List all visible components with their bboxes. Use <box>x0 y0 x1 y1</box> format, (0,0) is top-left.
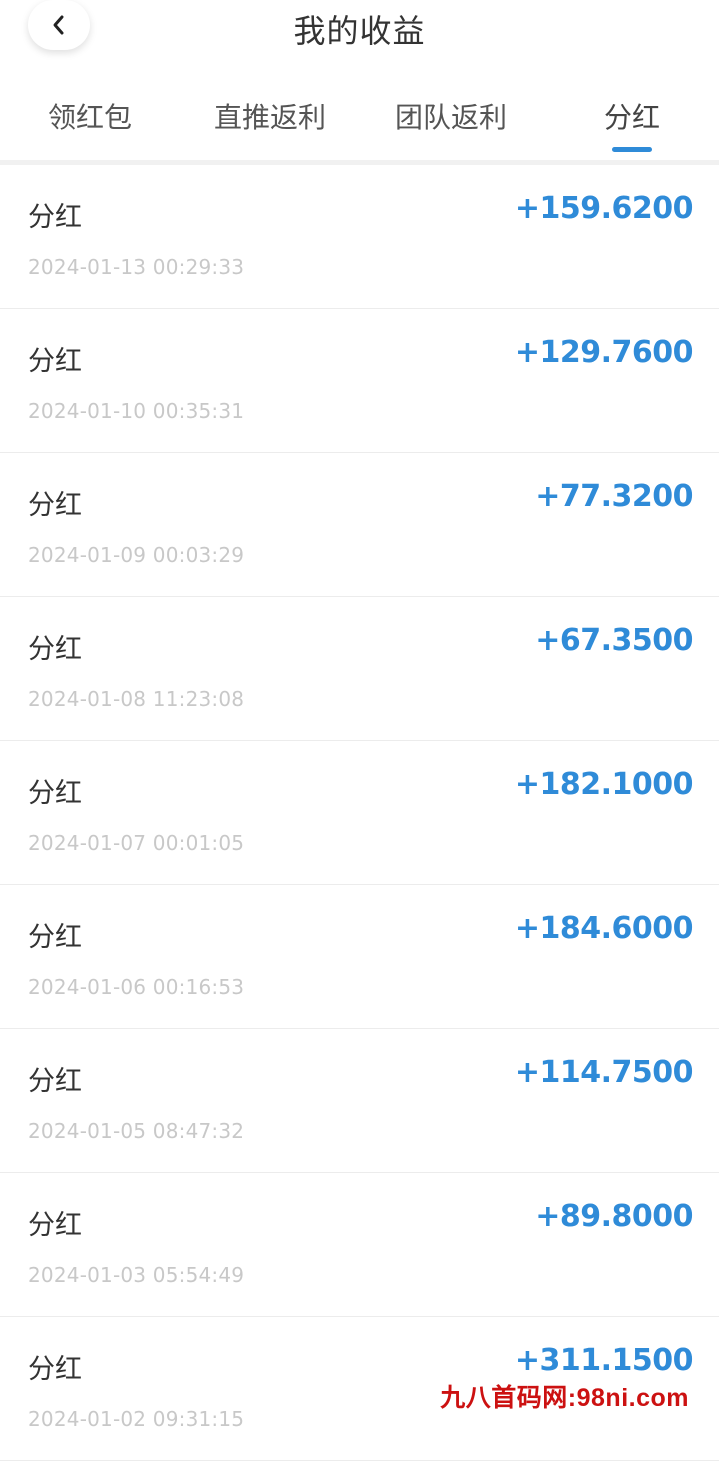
list-item[interactable]: 分红 2024-01-07 00:01:05 +182.1000 <box>0 741 719 885</box>
list-item[interactable]: 分红 2024-01-05 08:47:32 +114.7500 <box>0 1029 719 1173</box>
item-title: 分红 <box>28 1210 82 1241</box>
item-title: 分红 <box>28 346 82 377</box>
item-title: 分红 <box>28 202 82 233</box>
list-item[interactable]: 分红 2024-01-10 00:35:31 +129.7600 <box>0 309 719 453</box>
list-item[interactable]: 分红 2024-01-13 00:29:33 +159.6200 <box>0 165 719 309</box>
list-item[interactable]: 分红 2024-01-06 00:16:53 +184.6000 <box>0 885 719 1029</box>
item-amount: +159.6200 <box>514 191 694 226</box>
item-amount: +114.7500 <box>514 1055 694 1090</box>
item-title: 分红 <box>28 922 82 953</box>
header: 我的收益 <box>0 0 719 60</box>
item-date: 2024-01-07 00:01:05 <box>28 831 245 855</box>
item-date: 2024-01-09 00:03:29 <box>28 543 245 567</box>
tab-team-rebate[interactable]: 团队返利 <box>395 96 507 136</box>
item-title: 分红 <box>28 634 82 665</box>
item-amount: +182.1000 <box>514 767 694 802</box>
item-date: 2024-01-02 09:31:15 <box>28 1407 245 1431</box>
item-amount: +89.8000 <box>535 1199 693 1234</box>
item-amount: +129.7600 <box>514 335 694 370</box>
item-amount: +67.3500 <box>535 623 693 658</box>
item-date: 2024-01-06 00:16:53 <box>28 975 245 999</box>
item-date: 2024-01-03 05:54:49 <box>28 1263 245 1287</box>
item-title: 分红 <box>28 778 82 809</box>
item-title: 分红 <box>28 490 82 521</box>
list-item[interactable]: 分红 2024-01-03 05:54:49 +89.8000 <box>0 1173 719 1317</box>
watermark: 九八首码网:98ni.com <box>440 1384 689 1412</box>
item-date: 2024-01-05 08:47:32 <box>28 1119 245 1143</box>
item-date: 2024-01-08 11:23:08 <box>28 687 245 711</box>
tab-bar: 领红包 直推返利 团队返利 分红 <box>0 78 719 158</box>
page-title: 我的收益 <box>293 12 426 50</box>
list-item[interactable]: 分红 2024-01-09 00:03:29 +77.3200 <box>0 453 719 597</box>
item-title: 分红 <box>28 1354 82 1385</box>
tab-dividend[interactable]: 分红 <box>604 96 660 136</box>
tab-direct-rebate[interactable]: 直推返利 <box>214 96 326 136</box>
tab-red-packet[interactable]: 领红包 <box>48 96 132 136</box>
item-title: 分红 <box>28 1066 82 1097</box>
item-amount: +311.1500 <box>514 1343 694 1378</box>
item-amount: +184.6000 <box>514 911 694 946</box>
earnings-list: 分红 2024-01-13 00:29:33 +159.6200 分红 2024… <box>0 165 719 1461</box>
item-date: 2024-01-10 00:35:31 <box>28 399 245 423</box>
item-date: 2024-01-13 00:29:33 <box>28 255 245 279</box>
active-tab-indicator <box>612 147 652 152</box>
list-item[interactable]: 分红 2024-01-08 11:23:08 +67.3500 <box>0 597 719 741</box>
item-amount: +77.3200 <box>535 479 693 514</box>
